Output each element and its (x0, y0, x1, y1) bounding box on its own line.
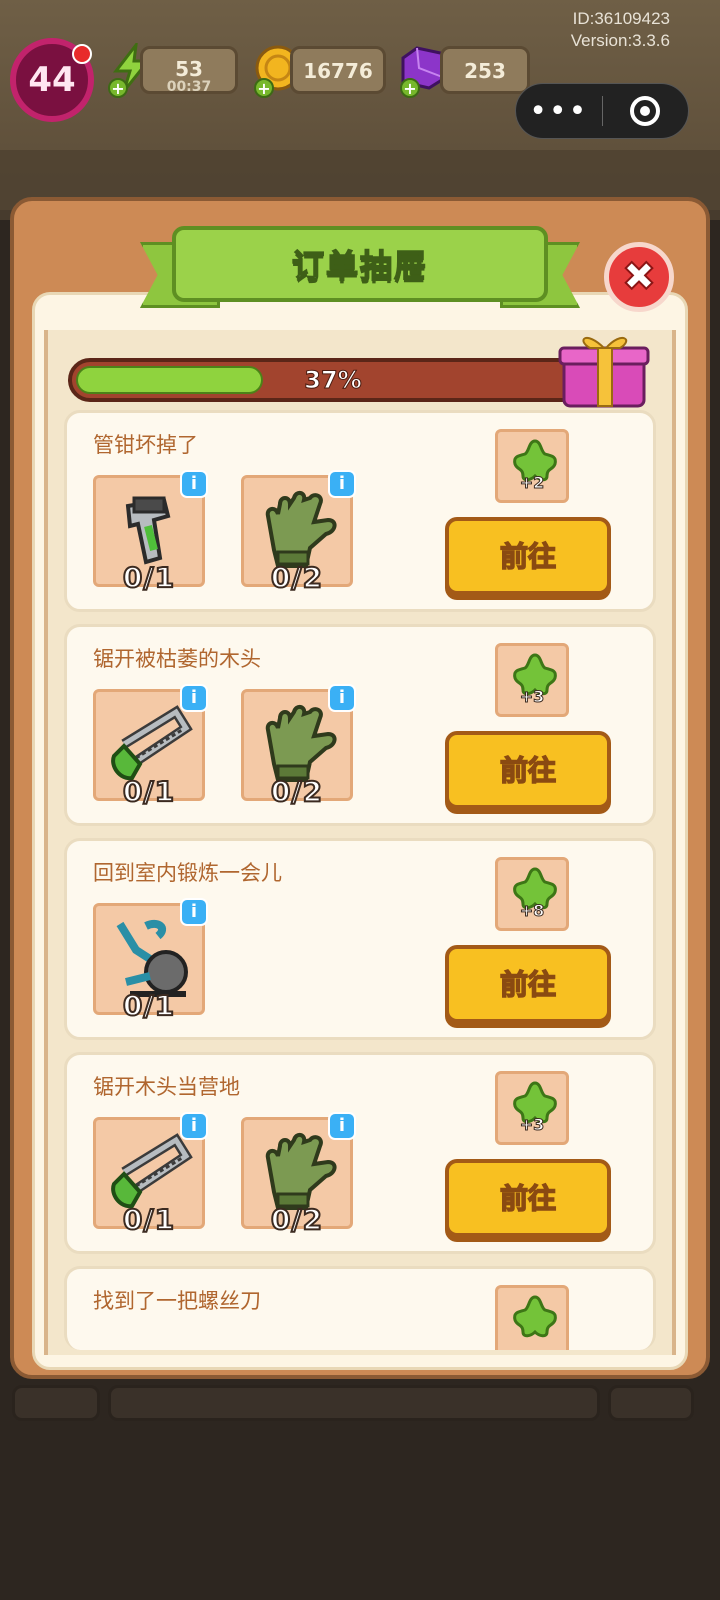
order-card: 锯开木头当营地 i 0/1 i 0/2 +3 前往 (64, 1052, 656, 1254)
reward-slot (495, 1285, 569, 1350)
order-card: 找到了一把螺丝刀 前往 (64, 1266, 656, 1350)
gift-box-icon[interactable] (556, 330, 652, 410)
info-icon[interactable]: i (180, 898, 208, 926)
required-item-slot[interactable]: i 0/1 (93, 470, 208, 595)
panel-title-banner: 订单抽屉 (172, 226, 548, 302)
background-slot (608, 1385, 694, 1421)
item-count: 0/1 (122, 988, 176, 1023)
progress-label: 37% (304, 366, 362, 395)
reward-slot: +8 (495, 857, 569, 931)
order-card: 管钳坏掉了 i 0/1 i 0/2 +2 前往 (64, 410, 656, 612)
required-item-slot[interactable]: i 0/1 (93, 1112, 208, 1237)
add-energy-icon[interactable]: + (108, 78, 128, 98)
coin-value: 16776 (303, 59, 373, 83)
go-button-label: 前往 (499, 539, 557, 574)
required-item-slot[interactable]: i 0/1 (93, 898, 208, 1023)
user-id: ID:36109423 (572, 9, 670, 28)
reward-slot: +3 (495, 1071, 569, 1145)
item-count: 0/2 (270, 560, 324, 595)
energy-timer: 00:37 (166, 79, 212, 95)
item-count: 0/1 (122, 560, 176, 595)
order-title: 回到室内锻炼一会儿 (93, 861, 282, 885)
go-button-label: 前往 (499, 1181, 557, 1216)
background-slot (12, 1385, 100, 1421)
info-icon[interactable]: i (180, 470, 208, 498)
close-icon: ✖ (621, 253, 656, 301)
info-icon[interactable]: i (328, 684, 356, 712)
order-title: 找到了一把螺丝刀 (93, 1289, 261, 1313)
gem-value: 253 (464, 59, 506, 83)
order-title: 管钳坏掉了 (93, 433, 198, 457)
order-title: 锯开被枯萎的木头 (93, 647, 261, 671)
add-coins-icon[interactable]: + (254, 78, 274, 98)
background-slot (108, 1385, 600, 1421)
item-count: 0/2 (270, 1202, 324, 1237)
info-icon[interactable]: i (180, 684, 208, 712)
reward-amount: +3 (519, 1115, 545, 1135)
progress-bar: 37% (68, 358, 598, 402)
order-card: 锯开被枯萎的木头 i 0/1 i 0/2 +3 前往 (64, 624, 656, 826)
add-gems-icon[interactable]: + (400, 78, 420, 98)
info-icon[interactable]: i (328, 1112, 356, 1140)
panel-title: 订单抽屉 (291, 246, 428, 286)
go-button[interactable]: 前往 (445, 945, 611, 1023)
more-menu-icon[interactable]: ••• (516, 84, 602, 138)
required-item-slot[interactable]: i 0/2 (241, 1112, 356, 1237)
go-button[interactable]: 前往 (445, 1159, 611, 1237)
reward-slot: +3 (495, 643, 569, 717)
info-icon[interactable]: i (328, 470, 356, 498)
required-item-slot[interactable]: i 0/1 (93, 684, 208, 809)
go-button-label: 前往 (499, 967, 557, 1002)
item-count: 0/2 (270, 774, 324, 809)
item-count: 0/1 (122, 1202, 176, 1237)
level-badge[interactable]: 44 (10, 38, 94, 122)
miniprogram-capsule: ••• (515, 83, 689, 139)
build-info: ID:36109423 Version:3.3.6 (571, 8, 670, 52)
required-item-slot[interactable]: i 0/2 (241, 470, 356, 595)
energy-value: 53 (175, 57, 203, 81)
level-number: 44 (28, 60, 76, 100)
info-icon[interactable]: i (180, 1112, 208, 1140)
order-card: 回到室内锻炼一会儿 i 0/1 +8 前往 (64, 838, 656, 1040)
close-button[interactable]: ✖ (604, 242, 674, 312)
reward-amount: +3 (519, 687, 545, 707)
reward-slot: +2 (495, 429, 569, 503)
go-button[interactable]: 前往 (445, 517, 611, 595)
energy-counter: 53 00:37 (140, 46, 238, 95)
go-button[interactable]: 前往 (445, 731, 611, 809)
required-item-slot[interactable]: i 0/2 (241, 684, 356, 809)
version-text: Version:3.3.6 (570, 31, 670, 50)
reward-amount: +2 (519, 473, 545, 493)
go-button-label: 前往 (499, 753, 557, 788)
exit-miniprogram-icon[interactable] (603, 84, 689, 138)
coin-counter: 16776 (290, 46, 386, 94)
order-title: 锯开木头当营地 (93, 1075, 240, 1099)
notification-dot (72, 44, 92, 64)
item-count: 0/1 (122, 774, 176, 809)
reward-amount: +8 (519, 901, 545, 921)
